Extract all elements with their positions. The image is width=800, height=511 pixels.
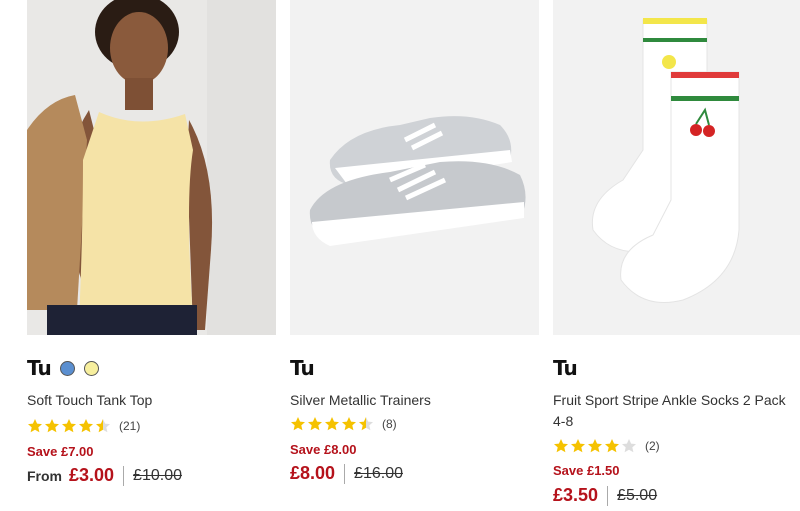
star-icon	[588, 439, 602, 453]
color-swatch-blue[interactable]	[59, 360, 75, 376]
price-row: £3.50 £5.00	[553, 485, 657, 506]
was-price: £10.00	[133, 466, 182, 484]
star-icon	[291, 417, 305, 431]
save-amount: Save £8.00	[290, 442, 357, 457]
star-rating	[553, 438, 637, 454]
product-grid: Tu Soft Touch Tank Top (21) Save £7.00 F…	[0, 0, 800, 511]
star-icon	[554, 439, 568, 453]
rating: (8)	[290, 416, 397, 432]
current-price: £3.50	[553, 485, 599, 505]
was-price: £16.00	[354, 464, 403, 482]
star-rating	[290, 416, 374, 432]
brand-logo: Tu	[553, 356, 578, 380]
product-image-trainers[interactable]	[290, 0, 539, 335]
product-card-tank-top[interactable]: Tu Soft Touch Tank Top (21) Save £7.00 F…	[27, 0, 276, 511]
current-price: £3.00	[69, 465, 115, 485]
brand-row: Tu	[553, 356, 578, 380]
product-image-tank-top[interactable]	[27, 0, 276, 335]
current-price: £8.00	[290, 463, 336, 483]
product-title[interactable]: Silver Metallic Trainers	[290, 390, 540, 411]
product-image-socks[interactable]	[553, 0, 800, 335]
was-price: £5.00	[617, 486, 658, 504]
price-row: £8.00 £16.00	[290, 463, 403, 484]
star-icon	[96, 419, 110, 433]
star-icon	[359, 417, 373, 431]
star-icon	[622, 439, 636, 453]
star-icon	[45, 419, 59, 433]
price-divider	[607, 485, 609, 506]
price-row: From £3.00 £10.00	[27, 465, 182, 486]
review-count: (8)	[382, 417, 397, 431]
star-icon	[571, 439, 585, 453]
rating: (21)	[27, 418, 140, 434]
product-card-trainers[interactable]: Tu Silver Metallic Trainers (8) Save £8.…	[290, 0, 539, 511]
review-count: (21)	[119, 419, 141, 433]
star-icon	[605, 439, 619, 453]
save-amount: Save £1.50	[553, 463, 620, 478]
save-amount: Save £7.00	[27, 444, 94, 459]
star-icon	[308, 417, 322, 431]
brand-row: Tu	[27, 358, 99, 378]
product-title[interactable]: Soft Touch Tank Top	[27, 390, 277, 411]
star-icon	[325, 417, 339, 431]
star-icon	[342, 417, 356, 431]
brand-row: Tu	[290, 356, 315, 380]
price-divider	[344, 463, 346, 484]
product-title[interactable]: Fruit Sport Stripe Ankle Socks 2 Pack 4-…	[553, 390, 800, 432]
price-divider	[123, 465, 125, 486]
star-icon	[79, 419, 93, 433]
star-rating	[27, 418, 111, 434]
product-card-socks[interactable]: Tu Fruit Sport Stripe Ankle Socks 2 Pack…	[553, 0, 800, 511]
star-icon	[62, 419, 76, 433]
price-from-label: From	[27, 467, 62, 484]
brand-logo: Tu	[290, 356, 315, 380]
color-swatch-yellow[interactable]	[83, 360, 99, 376]
brand-logo: Tu	[27, 356, 52, 380]
rating: (2)	[553, 438, 660, 454]
star-icon	[28, 419, 42, 433]
review-count: (2)	[645, 439, 660, 453]
